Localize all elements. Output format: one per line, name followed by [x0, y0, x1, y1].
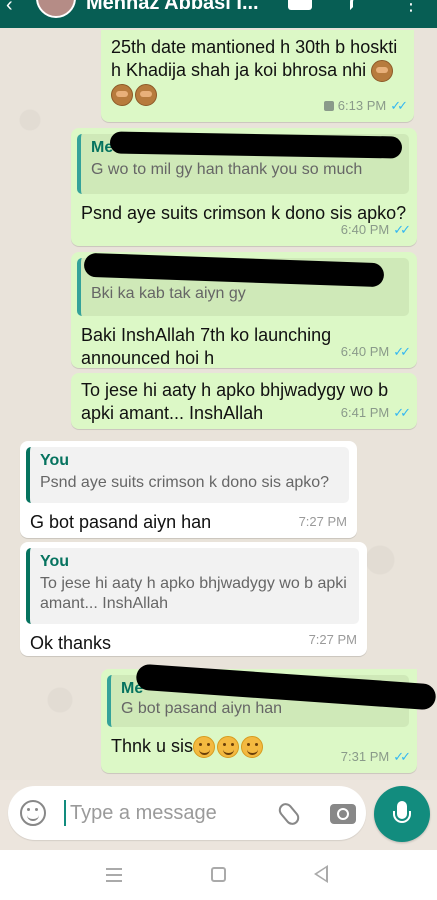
message-composer: [8, 786, 366, 840]
voice-call-icon[interactable]: [350, 0, 366, 10]
message-bubble-outgoing[interactable]: To jese hi aaty h apko bhjwadygy wo b ap…: [71, 373, 417, 429]
double-check-read-icon: ✓✓: [393, 222, 411, 237]
double-check-read-icon: ✓✓: [393, 749, 411, 764]
quoted-message[interactable]: You Psnd aye suits crimson k dono sis ap…: [26, 447, 349, 503]
smiling-face-icon: [241, 736, 264, 759]
text-cursor: [64, 800, 66, 826]
see-no-evil-monkey-icon: [135, 83, 157, 106]
double-check-read-icon: ✓✓: [393, 344, 411, 359]
more-options-icon[interactable]: ⋮: [402, 0, 420, 15]
attach-icon[interactable]: [275, 800, 303, 828]
video-call-icon[interactable]: [288, 0, 312, 10]
quoted-message[interactable]: You To jese hi aaty h apko bhjwadygy wo …: [26, 548, 359, 624]
message-time: 6:40 PM: [340, 222, 390, 237]
message-meta: 6:13 PM ✓✓: [323, 94, 408, 117]
message-meta: 6:41 PM ✓✓: [340, 401, 411, 424]
microphone-icon: [393, 801, 411, 823]
smiling-face-icon: [217, 736, 240, 759]
recents-icon[interactable]: [106, 868, 122, 882]
message-meta: 7:27 PM: [299, 510, 347, 533]
message-time: 7:27 PM: [298, 514, 347, 529]
home-icon[interactable]: [211, 867, 226, 882]
contact-name[interactable]: Mehnaz Abbasi I...: [86, 0, 259, 15]
message-bubble-incoming[interactable]: You To jese hi aaty h apko bhjwadygy wo …: [20, 542, 367, 656]
chat-area[interactable]: ‹ Mehnaz Abbasi I... ⋮ 25th date mantion…: [0, 0, 437, 780]
quote-text: G wo to mil gy han thank you so much: [91, 161, 363, 178]
message-input[interactable]: [70, 798, 270, 828]
back-arrow-icon[interactable]: ‹: [6, 0, 13, 17]
message-meta: 7:31 PM ✓✓: [340, 745, 411, 768]
double-check-read-icon: ✓✓: [390, 98, 408, 113]
message-meta: 6:40 PM ✓✓: [340, 218, 411, 241]
quote-text: Psnd aye suits crimson k dono sis apko?: [40, 474, 330, 491]
smiling-face-icon: [193, 736, 216, 759]
chat-header: ‹ Mehnaz Abbasi I... ⋮: [0, 0, 437, 28]
camera-icon[interactable]: [330, 804, 356, 824]
double-check-read-icon: ✓✓: [393, 405, 411, 420]
quote-author: You: [40, 452, 70, 469]
contact-avatar[interactable]: [36, 0, 76, 18]
quote-text: Bki ka kab tak aiyn gy: [91, 285, 246, 302]
message-meta: 7:27 PM: [309, 628, 357, 651]
quote-text: To jese hi aaty h apko bhjwadygy wo b ap…: [40, 575, 347, 612]
message-time: 7:27 PM: [308, 632, 357, 647]
message-bubble-outgoing[interactable]: 25th date mantioned h 30th b hoskti h Kh…: [101, 30, 414, 122]
message-bubble-incoming[interactable]: You Psnd aye suits crimson k dono sis ap…: [20, 441, 357, 538]
message-time: 7:31 PM: [340, 749, 390, 764]
see-no-evil-monkey-icon: [371, 60, 394, 83]
emoji-icon[interactable]: [20, 800, 46, 826]
quote-author: You: [40, 553, 70, 570]
message-time: 6:13 PM: [337, 98, 387, 113]
voice-record-button[interactable]: [374, 786, 430, 842]
back-icon[interactable]: [314, 865, 328, 883]
see-no-evil-monkey-icon: [111, 83, 133, 106]
message-time: 6:40 PM: [340, 344, 390, 359]
message-meta: 6:40 PM ✓✓: [340, 340, 411, 363]
system-navigation-bar: [0, 850, 437, 900]
message-time: 6:41 PM: [340, 405, 390, 420]
voice-note-icon: [323, 100, 334, 111]
